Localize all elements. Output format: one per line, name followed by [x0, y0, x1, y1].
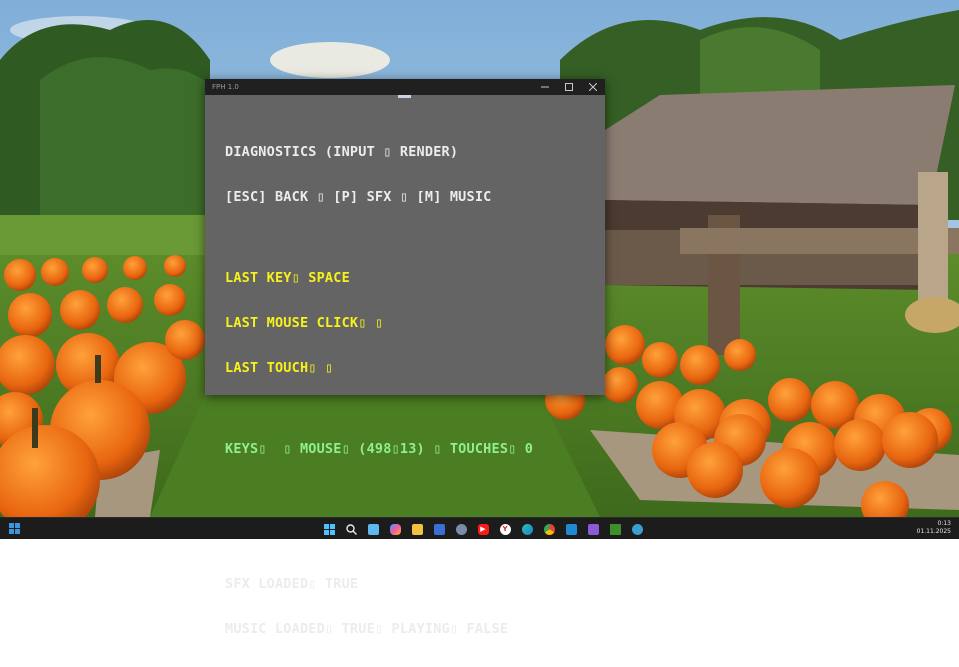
- system-clock[interactable]: 0:13 01.11.2025: [917, 520, 951, 536]
- settings-cube-icon[interactable]: [450, 521, 472, 537]
- start-menu-icon[interactable]: [318, 521, 340, 537]
- notepad-icon[interactable]: [362, 521, 384, 537]
- taskbar-app-list: ▶ Y: [318, 521, 648, 537]
- input-summary-readout: KEYS▯ ▯ MOUSE▯ (498▯13) ▯ TOUCHES▯ 0: [225, 441, 534, 457]
- minecraft-icon[interactable]: [604, 521, 626, 537]
- last-touch-readout: LAST TOUCH▯ ▯: [225, 360, 334, 376]
- last-key-readout: LAST KEY▯ SPACE: [225, 270, 350, 286]
- clock-date: 01.11.2025: [916, 528, 951, 535]
- maximize-icon: [565, 83, 573, 91]
- file-explorer-icon[interactable]: [406, 521, 428, 537]
- close-button[interactable]: [581, 79, 605, 95]
- globe-app-icon[interactable]: [626, 521, 648, 537]
- maximize-button[interactable]: [557, 79, 581, 95]
- controls-hint: [ESC] BACK ▯ [P] SFX ▯ [M] MUSIC: [225, 189, 492, 205]
- window-title: FPH 1.0: [212, 83, 239, 91]
- canvas-marker: [398, 95, 411, 98]
- clock-time: 0:13: [937, 520, 951, 527]
- diagnostics-heading: DIAGNOSTICS (INPUT ▯ RENDER): [225, 144, 459, 160]
- diagnostics-panel: DIAGNOSTICS (INPUT ▯ RENDER) [ESC] BACK …: [225, 115, 595, 667]
- widgets-icon[interactable]: [9, 523, 20, 534]
- copilot-icon[interactable]: [384, 521, 406, 537]
- edge-browser-icon[interactable]: [516, 521, 538, 537]
- music-status: MUSIC LOADED▯ TRUE▯ PLAYING▯ FALSE: [225, 621, 509, 637]
- last-mouse-click-readout: LAST MOUSE CLICK▯ ▯: [225, 315, 384, 331]
- sfx-status: SFX LOADED▯ TRUE: [225, 576, 359, 592]
- minimize-icon: [541, 86, 549, 88]
- app-window: FPH 1.0 DIAGNOSTICS (INPUT ▯ RENDER) [ES…: [205, 79, 605, 637]
- visual-studio-icon[interactable]: [582, 521, 604, 537]
- yandex-browser-icon[interactable]: Y: [494, 521, 516, 537]
- chrome-browser-icon[interactable]: [538, 521, 560, 537]
- save-disk-icon[interactable]: [428, 521, 450, 537]
- youtube-icon[interactable]: ▶: [472, 521, 494, 537]
- window-titlebar[interactable]: FPH 1.0: [205, 79, 605, 95]
- close-icon: [589, 83, 597, 91]
- taskbar: ▶ Y 0:13 01.11.2025: [0, 517, 959, 539]
- vscode-icon[interactable]: [560, 521, 582, 537]
- minimize-button[interactable]: [533, 79, 557, 95]
- search-icon[interactable]: [340, 521, 362, 537]
